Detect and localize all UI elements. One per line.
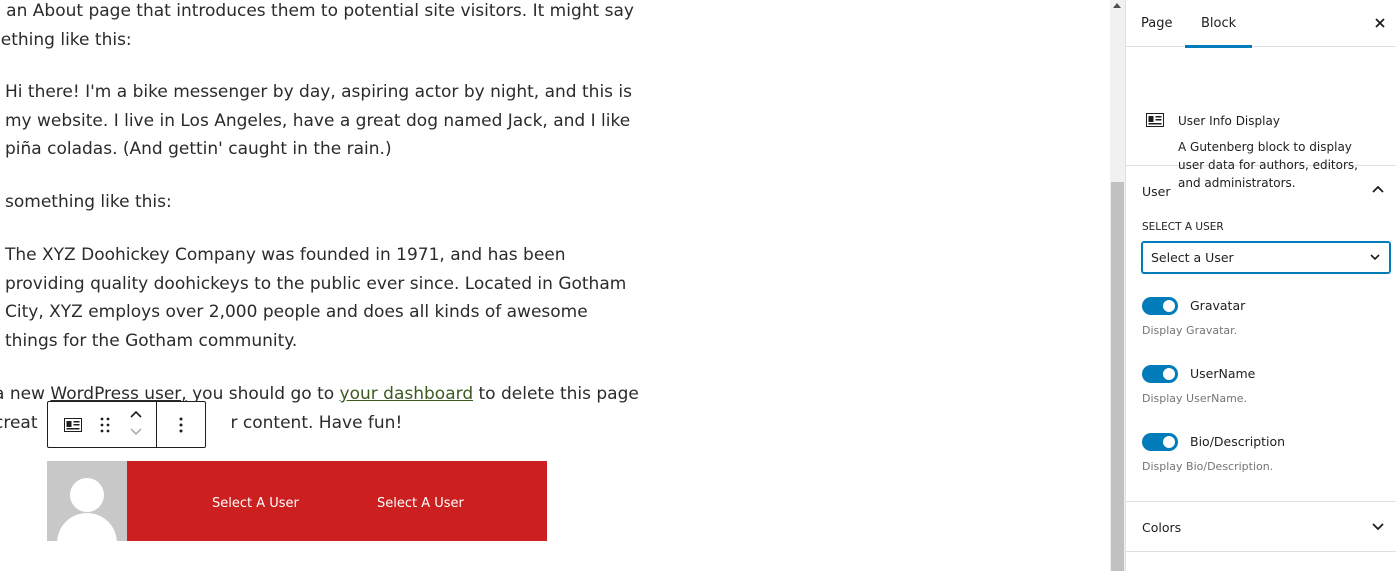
chevron-down-icon[interactable] [1371,522,1385,532]
bio-text: Select A User [377,496,464,511]
paragraph-text: to delete this page [473,384,639,404]
toolbar-group-options [157,402,205,447]
paragraph-line: nething like this: [0,29,132,50]
move-down-icon [130,427,142,435]
move-down-button[interactable] [129,425,143,443]
block-card: User Info Display A Gutenberg block to d… [1126,47,1396,190]
paragraph-intro[interactable]: n an About page that introduces them to … [0,0,634,54]
block-card-title: User Info Display [1178,114,1280,128]
default-avatar-icon [47,461,127,541]
colors-panel-title[interactable]: Colors [1142,520,1181,535]
username-help-text: Display UserName. [1142,392,1248,405]
dashboard-link[interactable]: your dashboard [340,384,474,404]
gravatar-toggle-label[interactable]: Gravatar [1190,298,1245,313]
id-card-icon [1146,113,1164,127]
quote-line: City, XYZ employs over 2,000 people and … [5,302,588,323]
block-toolbar [47,401,206,448]
chevron-up-icon[interactable] [1371,184,1385,194]
paragraph-line: n an About page that introduces them to … [0,1,634,21]
id-card-icon [64,417,82,432]
user-select-value: Select a User [1151,250,1234,265]
quote-doohickey-company[interactable]: The XYZ Doohickey Company was founded in… [5,241,626,355]
quote-line: piña coladas. (And gettin' caught in the… [5,139,392,160]
move-buttons [116,402,156,448]
quote-line: my website. I live in Los Angeles, have … [5,110,631,131]
select-user-label: SELECT A USER [1142,221,1224,233]
toggle-knob [1163,368,1175,380]
user-info-panel: Select A User Select A User [127,461,547,541]
username-text: Select A User [212,496,299,511]
user-panel-title[interactable]: User [1142,184,1171,199]
quote-line: things for the Gotham community. [5,330,298,351]
username-toggle-label[interactable]: UserName [1190,366,1255,381]
toolbar-group-block [48,402,157,447]
bio-toggle-label[interactable]: Bio/Description [1190,434,1285,449]
sidebar-header: Page Block [1126,0,1396,48]
close-sidebar-button[interactable] [1370,13,1390,33]
quote-line: Hi there! I'm a bike messenger by day, a… [5,82,633,102]
paragraph-text: r content. Have fun! [230,412,403,433]
drag-handle-button[interactable] [94,402,116,448]
toggle-knob [1163,300,1175,312]
close-icon [1375,18,1385,28]
tab-page[interactable]: Page [1141,0,1172,47]
more-options-icon [179,417,183,432]
gravatar-toggle[interactable] [1142,297,1178,315]
avatar [47,461,127,541]
drag-handle-icon [100,417,110,432]
chevron-down-icon [1370,254,1380,261]
user-info-display-block[interactable]: Select A User Select A User [47,461,547,541]
editor-scrollbar[interactable] [1110,0,1125,571]
quote-bike-messenger[interactable]: Hi there! I'm a bike messenger by day, a… [5,78,632,164]
quote-line: providing quality doohickeys to the publ… [5,273,627,294]
move-up-button[interactable] [129,407,143,425]
scroll-up-arrow-icon[interactable] [1113,3,1121,8]
paragraph-text: creat [0,412,38,433]
paragraph-something-like-this[interactable]: something like this: [5,188,172,217]
settings-sidebar: Page Block User Info Display A Gutenberg… [1125,0,1396,571]
more-options-button[interactable] [157,402,205,448]
toggle-knob [1163,436,1175,448]
scrollbar-thumb[interactable] [1111,182,1124,571]
paragraph-text: you should go to [186,384,340,404]
username-toggle[interactable] [1142,365,1178,383]
block-type-button[interactable] [48,402,94,448]
user-panel: User SELECT A USER Select a User Gravata… [1126,166,1396,502]
tab-block[interactable]: Block [1185,0,1253,48]
quote-line: The XYZ Doohickey Company was founded in… [5,245,566,265]
move-up-icon [130,410,142,418]
paragraph-text: a new [0,384,45,404]
bio-help-text: Display Bio/Description. [1142,460,1274,473]
editor-canvas[interactable]: n an About page that introduces them to … [0,0,1110,571]
user-select[interactable]: Select a User [1142,242,1390,273]
gravatar-help-text: Display Gravatar. [1142,324,1238,337]
bio-toggle[interactable] [1142,433,1178,451]
colors-panel[interactable]: Colors [1126,502,1396,552]
